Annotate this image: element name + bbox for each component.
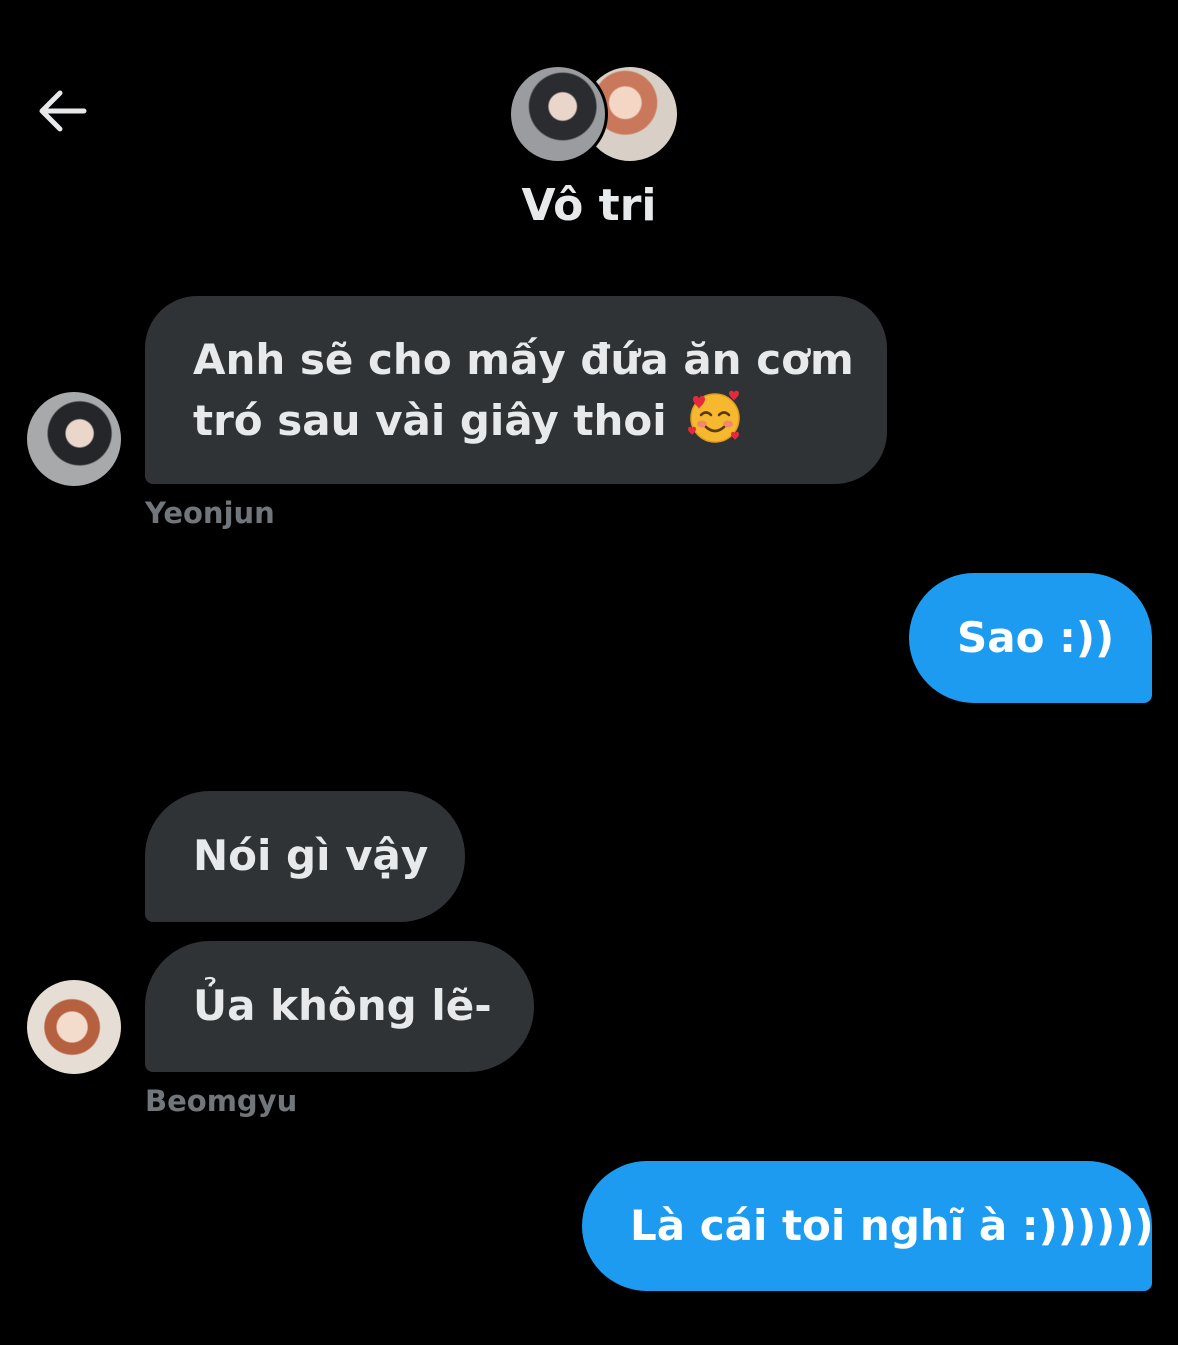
- message-text: Là cái toi nghĩ à :)))))): [630, 1201, 1154, 1250]
- group-avatars[interactable]: [508, 64, 680, 164]
- sender-name: Beomgyu: [145, 1084, 298, 1118]
- message-text-line: Anh sẽ cho mấy đứa ăn cơm: [193, 335, 854, 384]
- message-bubble-incoming[interactable]: Nói gì vậy: [145, 791, 465, 922]
- conversation-title[interactable]: Vô tri: [0, 180, 1178, 231]
- message-bubble-outgoing[interactable]: Sao :)): [909, 573, 1152, 703]
- message-bubble-outgoing[interactable]: Là cái toi nghĩ à :)))))): [582, 1161, 1154, 1291]
- message-bubble-incoming[interactable]: Ủa không lẽ-: [145, 941, 534, 1072]
- avatar-yeonjun: [508, 64, 608, 164]
- message-text-line: tró sau vài giây thoi: [193, 396, 667, 445]
- message-text: Sao :)): [957, 613, 1115, 662]
- sender-name: Yeonjun: [145, 496, 275, 530]
- sender-avatar-beomgyu[interactable]: [27, 980, 121, 1074]
- message-text: Ủa không lẽ-: [193, 981, 492, 1030]
- message-text: Nói gì vậy: [193, 831, 429, 880]
- smiling-face-with-hearts-icon: [688, 390, 740, 443]
- back-button[interactable]: [30, 82, 94, 140]
- message-bubble-incoming[interactable]: Anh sẽ cho mấy đứa ăn cơm tró sau vài gi…: [145, 296, 887, 484]
- arrow-left-icon: [39, 90, 87, 132]
- sender-avatar-yeonjun[interactable]: [27, 392, 121, 486]
